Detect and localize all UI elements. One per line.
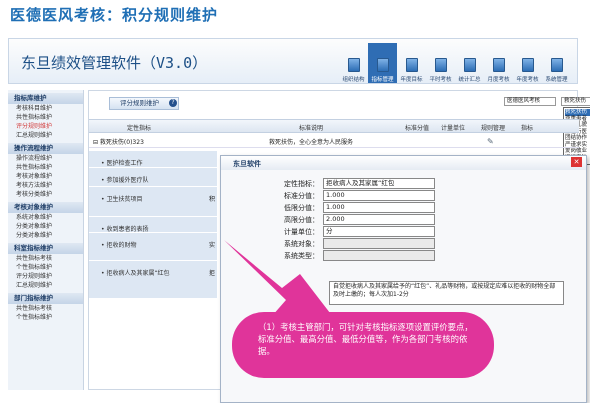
nav-item[interactable]: 系统管理 xyxy=(542,43,571,83)
nav-icon xyxy=(492,58,505,72)
indicator-row[interactable]: • 拒收病人及其家属“红包 xyxy=(89,261,217,299)
close-icon[interactable]: ✕ xyxy=(571,157,582,167)
nav-label: 统计汇总 xyxy=(458,77,481,83)
field-input[interactable]: 1.000 xyxy=(323,190,435,201)
field-label: 低限分值： xyxy=(284,204,319,212)
sidebar-group[interactable]: 操作流程维护 xyxy=(8,143,83,154)
nav-item[interactable]: 年度考核 xyxy=(513,43,542,83)
sidebar-item[interactable]: 个性指标维护 xyxy=(8,263,83,272)
indicator-row[interactable]: • 卫生扶贫项目 xyxy=(89,187,217,217)
nav-label: 系统管理 xyxy=(545,77,568,83)
nav-item[interactable]: 月度考核 xyxy=(484,43,513,83)
nav-item[interactable]: 年度目标 xyxy=(397,43,426,83)
nav-item[interactable]: 统计汇总 xyxy=(455,43,484,83)
col-unit: 计量单位 xyxy=(441,125,466,132)
nav-icon xyxy=(550,58,563,72)
nav-label: 年度考核 xyxy=(516,77,539,83)
field-label: 定性指标： xyxy=(284,180,319,188)
nav-icon xyxy=(376,58,389,72)
field-input[interactable]: 分 xyxy=(323,226,435,237)
sidebar-item[interactable]: 个性指标维护 xyxy=(8,313,83,322)
nav-label: 组织结构 xyxy=(342,77,365,83)
sidebar-group[interactable]: 考核对象维护 xyxy=(8,202,83,213)
sidebar-item[interactable]: 汇总规则维护 xyxy=(8,131,83,140)
sidebar-item[interactable]: 考核方法维护 xyxy=(8,181,83,190)
row-indicator: ⊟ 救死扶伤(0)323 xyxy=(93,139,144,146)
field-input[interactable]: 2.000 xyxy=(323,214,435,225)
col-description: 标准说明 xyxy=(299,125,324,132)
sidebar: 指标库维护 考核科目维护 共性指标维护 评分规则维护 汇总规则维护 操作流程维护 操作流程维… xyxy=(8,90,84,390)
nav-icon xyxy=(347,58,360,72)
nav-label: 平时考核 xyxy=(429,77,452,83)
indicator-row[interactable]: • 医护检查工作 xyxy=(89,151,217,168)
dropdown-option[interactable]: 爱岗敬业 xyxy=(565,148,590,155)
sidebar-group[interactable]: 科室指标维护 xyxy=(8,243,83,254)
table-row[interactable]: ⊟ 救死扶伤(0)323 救死扶伤，全心全意为人民服务 ✎ xyxy=(89,134,579,148)
indicator-row[interactable]: • 参加援外医疗队 xyxy=(89,168,217,187)
table-header: 定性指标 标准说明 标准分值 计量单位 规则管理 指标 xyxy=(89,119,579,133)
edit-icon[interactable]: ✎ xyxy=(487,137,494,146)
app-header: 东旦绩效管理软件（V3.0） 组织结构 指标管理 年度目标 平时考核 统计汇总 月度考核年… xyxy=(8,38,578,84)
nav-icon xyxy=(521,58,534,72)
col-ind: 指标 xyxy=(521,125,534,132)
sidebar-item[interactable]: 评分规则维护 xyxy=(8,272,83,281)
nav-label: 指标管理 xyxy=(371,77,394,83)
indicator-row[interactable]: • 拒收的财物 xyxy=(89,233,217,261)
sidebar-group[interactable]: 部门指标维护 xyxy=(8,293,83,304)
sidebar-group[interactable]: 指标库维护 xyxy=(8,93,83,104)
nav-label: 月度考核 xyxy=(487,77,510,83)
col-score: 标准分值 xyxy=(405,125,430,132)
sidebar-item[interactable]: 分类对象维护 xyxy=(8,222,83,231)
nav-item[interactable]: 指标管理 xyxy=(368,43,397,83)
nav-icon xyxy=(405,58,418,72)
indicator-tail: 实 xyxy=(209,242,216,249)
sidebar-item[interactable]: 汇总规则维护 xyxy=(8,281,83,290)
field-input[interactable]: 1.000 xyxy=(323,202,435,213)
indicator-tail: 积 xyxy=(209,196,216,203)
col-indicator: 定性指标 xyxy=(127,125,152,132)
nav-item[interactable]: 平时考核 xyxy=(426,43,455,83)
col-rules: 规则管理 xyxy=(481,125,506,132)
field-input[interactable]: 拒收病人及其家属“红包 xyxy=(323,178,435,189)
info-icon[interactable]: ? xyxy=(169,99,177,107)
callout-bubble: （1）考核主管部门，可针对考核指标逐项设置评价要点，标准分值、最高分值、最低分值… xyxy=(232,312,494,378)
row-description: 救死扶伤，全心全意为人民服务 xyxy=(269,139,354,146)
sidebar-item[interactable]: 共性指标考核 xyxy=(8,304,83,313)
sidebar-item[interactable]: 共性指标维护 xyxy=(8,163,83,172)
top-nav: 组织结构 指标管理 年度目标 平时考核 统计汇总 月度考核 年度考核 系统管理 xyxy=(339,43,571,83)
nav-item[interactable]: 组织结构 xyxy=(339,43,368,83)
field-label: 计量单位： xyxy=(284,228,319,236)
sidebar-item[interactable]: 共性指标考核 xyxy=(8,254,83,263)
sidebar-item[interactable]: 分类对象维护 xyxy=(8,231,83,240)
nav-icon xyxy=(434,58,447,72)
indicator-select[interactable]: 救死扶伤 xyxy=(561,97,590,106)
sidebar-item[interactable]: 考核对象维护 xyxy=(8,172,83,181)
field-label: 高限分值： xyxy=(284,216,319,224)
sidebar-item[interactable]: 考核分类维护 xyxy=(8,190,83,199)
page-title: 医德医风考核：积分规则维护 xyxy=(10,6,219,24)
nav-label: 年度目标 xyxy=(400,77,423,83)
nav-icon xyxy=(463,58,476,72)
dialog-title: 东旦软件 xyxy=(221,156,586,170)
sidebar-item[interactable]: 系统对象维护 xyxy=(8,213,83,222)
indicator-row[interactable]: • 收到患者的表扬 xyxy=(89,217,217,233)
sidebar-item[interactable]: 评分规则维护 xyxy=(8,122,83,131)
dropdown-option[interactable]: 救死扶伤 xyxy=(565,109,590,116)
field-label: 标准分值： xyxy=(284,192,319,200)
app-name: 东旦绩效管理软件（V3.0） xyxy=(21,54,208,72)
category-select[interactable]: 医德医风考核 xyxy=(504,97,556,106)
sidebar-item[interactable]: 共性指标维护 xyxy=(8,113,83,122)
sidebar-item[interactable]: 操作流程维护 xyxy=(8,154,83,163)
sidebar-item[interactable]: 考核科目维护 xyxy=(8,104,83,113)
indicator-tail: 拒 xyxy=(209,270,216,277)
description-field[interactable]: 自觉拒收病人及其家属给予的“红包”、礼品等财物，或按规定应难以拒收的财物全部及时… xyxy=(329,281,564,305)
